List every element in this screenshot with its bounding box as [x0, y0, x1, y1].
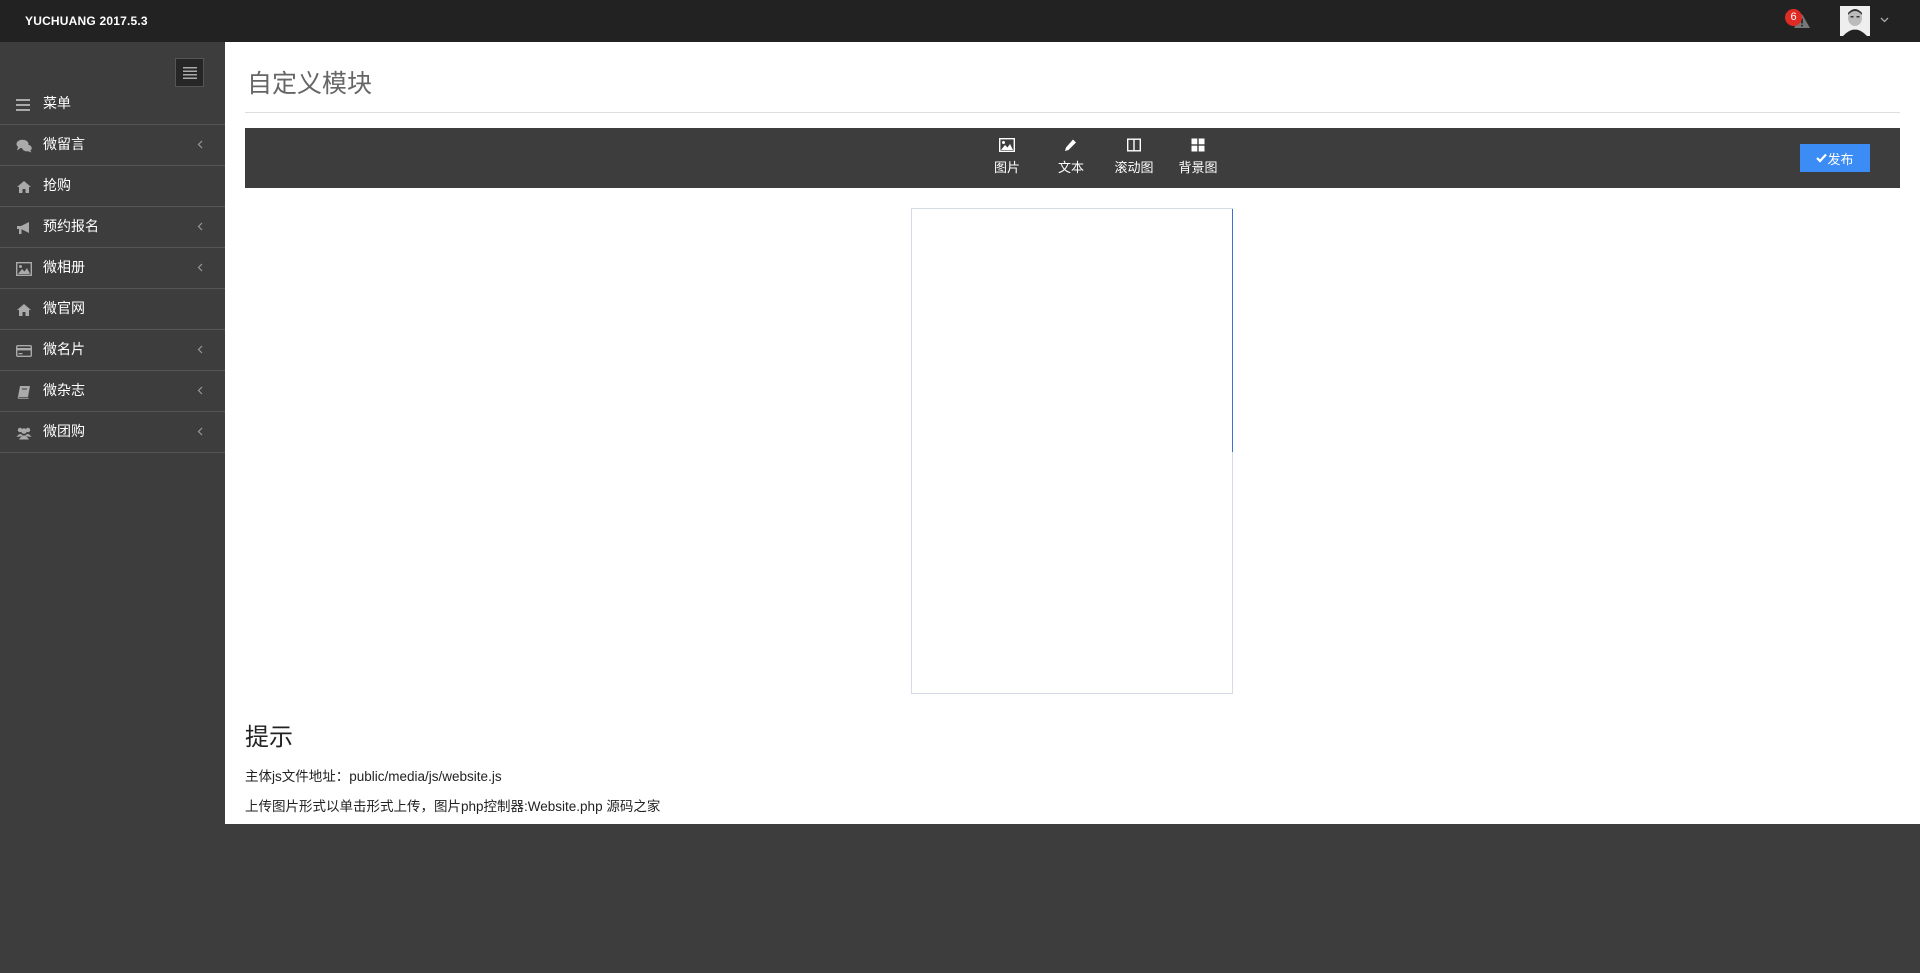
chevron-left-icon: [197, 263, 203, 272]
chevron-down-icon: [1880, 17, 1889, 23]
pencil-icon: [1065, 139, 1076, 151]
picture-icon: [16, 262, 32, 276]
th-large-icon: [1191, 138, 1205, 152]
credit-card-icon: [16, 345, 32, 357]
top-bar: YUCHUANG 2017.5.3 6: [0, 0, 1920, 42]
tool-label: 文本: [1057, 161, 1084, 176]
tool-label: 滚动图: [1114, 161, 1154, 176]
alerts-button[interactable]: 6: [1785, 9, 1815, 33]
sidebar-item-reservation[interactable]: 预约报名: [0, 207, 225, 248]
home-icon: [17, 181, 31, 193]
home-icon: [17, 304, 31, 316]
sidebar-item-website[interactable]: 微官网: [0, 289, 225, 330]
sidebar-item-flash-sale[interactable]: 抢购: [0, 166, 225, 207]
chevron-left-icon: [197, 427, 203, 436]
picture-icon: [999, 138, 1015, 152]
users-icon: [16, 427, 32, 440]
sidebar-item-label: 微名片: [43, 342, 85, 358]
module-toolbar: 图片 文本 滚动图 背景图 发布: [245, 128, 1900, 188]
chevron-left-icon: [197, 140, 203, 149]
book-icon: [17, 386, 30, 399]
sidebar-item-label: 抢购: [43, 178, 71, 194]
tool-carousel[interactable]: 滚动图: [1104, 136, 1164, 182]
bars-icon: [16, 99, 30, 111]
tip-line: 上传图片形式以单击形式上传，图片php控制器:Website.php 源码之家: [245, 799, 661, 814]
hamburger-icon: [183, 67, 197, 79]
sidebar-item-menu[interactable]: 菜单: [0, 84, 225, 125]
sidebar-item-label: 微团购: [43, 424, 85, 440]
user-photo-icon: [1840, 6, 1870, 36]
publish-label: 发布: [1827, 151, 1854, 167]
alerts-count-badge: 6: [1785, 9, 1802, 26]
sidebar-menu: 菜单 微留言 抢购 预约报名 微相册 微官网 微名片 微杂志 微团购: [0, 84, 225, 453]
brand-logo[interactable]: YUCHUANG 2017.5.3: [25, 14, 148, 28]
bullhorn-icon: [17, 222, 29, 234]
sidebar: 菜单 微留言 抢购 预约报名 微相册 微官网 微名片 微杂志 微团购: [0, 42, 225, 973]
chevron-left-icon: [197, 345, 203, 354]
tips-title: 提示: [245, 723, 293, 751]
columns-icon: [1127, 138, 1142, 152]
sidebar-item-label: 微留言: [43, 137, 85, 153]
chevron-left-icon: [197, 386, 203, 395]
sidebar-item-label: 微杂志: [43, 383, 85, 399]
sidebar-item-label: 微官网: [43, 301, 85, 317]
tool-picture[interactable]: 图片: [977, 136, 1037, 182]
check-icon: [1816, 153, 1828, 163]
sidebar-item-message[interactable]: 微留言: [0, 125, 225, 166]
sidebar-item-album[interactable]: 微相册: [0, 248, 225, 289]
tip-line: 主体js文件地址：public/media/js/website.js: [245, 769, 502, 784]
page-title: 自定义模块: [247, 69, 373, 98]
user-menu[interactable]: [1840, 6, 1890, 36]
publish-button[interactable]: 发布: [1800, 144, 1870, 172]
sidebar-item-magazine[interactable]: 微杂志: [0, 371, 225, 412]
title-divider: [245, 112, 1900, 113]
sidebar-item-group-buy[interactable]: 微团购: [0, 412, 225, 453]
sidebar-item-label: 菜单: [43, 96, 71, 112]
tool-text[interactable]: 文本: [1041, 136, 1101, 182]
tool-label: 图片: [993, 161, 1020, 176]
avatar: [1840, 6, 1870, 36]
sidebar-item-label: 预约报名: [43, 219, 99, 235]
tool-background[interactable]: 背景图: [1168, 136, 1228, 182]
sidebar-toggle-button[interactable]: [175, 58, 204, 87]
sidebar-item-business-card[interactable]: 微名片: [0, 330, 225, 371]
tool-label: 背景图: [1178, 161, 1218, 176]
main-content: 自定义模块 图片 文本 滚动图 背景图 发布 提示 主体js文件地址：publi…: [225, 42, 1920, 824]
comments-icon: [16, 139, 32, 153]
sidebar-item-label: 微相册: [43, 260, 85, 276]
preview-scrollbar[interactable]: [1232, 209, 1233, 452]
chevron-left-icon: [197, 222, 203, 231]
mobile-preview-canvas[interactable]: [911, 208, 1233, 694]
